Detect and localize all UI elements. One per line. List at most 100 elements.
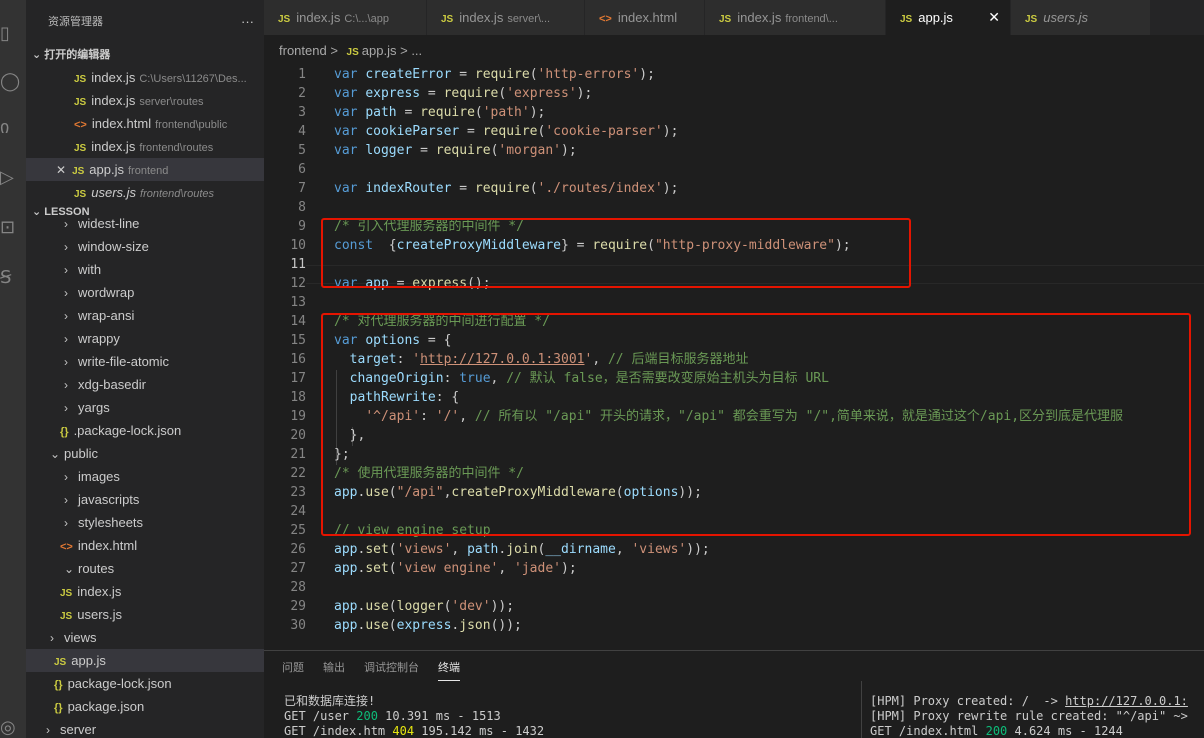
code-line[interactable]: 8 (264, 198, 1204, 217)
open-editors-header[interactable]: ⌄ 打开的编辑器 (26, 44, 264, 66)
tree-folder[interactable]: › stylesheets (26, 511, 264, 534)
open-editor-item[interactable]: JS index.js frontend\routes (26, 135, 264, 158)
tree-folder[interactable]: › wordwrap (26, 281, 264, 304)
open-editor-path: frontend\routes (140, 188, 215, 200)
line-number: 17 (290, 371, 306, 386)
tree-item-name: yargs (78, 400, 110, 415)
js-file-icon: JS (900, 14, 913, 25)
terminal-line: [HPM] Proxy rewrite rule created: "^/api… (870, 708, 1188, 724)
panel-tabs: 问题 输出 调试控制台 终端 (282, 659, 479, 681)
tree-item-name: write-file-atomic (78, 354, 170, 369)
terminal-text: [HPM] Proxy rewrite rule created: "^/api… (870, 709, 1188, 723)
code-line[interactable]: 4 var cookieParser = require('cookie-pars… (264, 122, 1204, 141)
code-line[interactable]: 1 var createError = require('http-errors'… (264, 66, 1204, 84)
code-text: app.use(express.json()); (334, 618, 522, 633)
json-file-icon: {} (54, 679, 63, 691)
file-tree: › widest-line › window-size › with › wordwrap › w… (26, 212, 264, 738)
tree-folder[interactable]: › wrappy (26, 327, 264, 350)
close-icon[interactable]: ✕ (56, 163, 66, 177)
panel-tab[interactable]: 输出 (323, 661, 345, 681)
bottom-panel: 问题 输出 调试控制台 终端 已和数据库连接! GET /user 200 10.391… (264, 650, 1204, 738)
search-icon[interactable]: ◯ (0, 66, 26, 96)
tree-folder[interactable]: › images (26, 465, 264, 488)
terminal-line: GET /index.htm 404 195.142 ms - 1432 (284, 723, 544, 738)
close-icon[interactable]: ✕ (988, 0, 1000, 35)
run-debug-icon[interactable]: ▷ (0, 162, 26, 192)
line-number: 19 (290, 409, 306, 424)
tree-folder[interactable]: › wrap-ansi (26, 304, 264, 327)
tree-file[interactable]: JS index.js (26, 580, 264, 603)
tree-folder[interactable]: › views (26, 626, 264, 649)
tree-file[interactable]: {} package.json (26, 695, 264, 718)
tab-label: index.js (459, 10, 504, 25)
tree-folder[interactable]: › yargs (26, 396, 264, 419)
breadcrumb-file[interactable]: app.js (362, 43, 397, 58)
terminal-splitter[interactable] (861, 681, 862, 738)
tab-index-js[interactable]: JS index.js server\... (427, 0, 585, 35)
code-line[interactable]: 27 app.set('view engine', 'jade'); (264, 559, 1204, 578)
remote-icon[interactable]: Ꞩ (0, 262, 26, 292)
tree-file[interactable]: {} package-lock.json (26, 672, 264, 695)
code-line[interactable]: 26 app.set('views', path.join(__dirname, … (264, 540, 1204, 559)
breadcrumb-folder[interactable]: frontend (279, 43, 327, 58)
tree-folder[interactable]: › server (26, 718, 264, 738)
open-editor-item[interactable]: <> index.html frontend\public (26, 112, 264, 135)
tree-file[interactable]: <> index.html (26, 534, 264, 557)
tree-item-name: images (78, 469, 120, 484)
tree-item-name: index.js (77, 584, 122, 599)
code-line[interactable]: 7 var indexRouter = require('./routes/ind… (264, 179, 1204, 198)
source-control-icon[interactable]: ი (0, 112, 26, 142)
more-actions-icon[interactable]: ··· (241, 0, 254, 44)
panel-tab[interactable]: 终端 (438, 661, 460, 681)
tab-app-js[interactable]: JS app.js ✕ (886, 0, 1011, 35)
line-number: 23 (290, 485, 306, 500)
tab-users-js[interactable]: JS users.js (1011, 0, 1151, 35)
account-icon[interactable]: ◎ (0, 712, 26, 738)
files-icon[interactable]: ▯ (0, 18, 26, 48)
line-number: 26 (290, 542, 306, 557)
breadcrumb-separator: > (330, 43, 338, 58)
tree-folder[interactable]: › with (26, 258, 264, 281)
extensions-icon[interactable]: ⊡ (0, 212, 26, 242)
tree-folder[interactable]: › javascripts (26, 488, 264, 511)
js-file-icon: JS (60, 588, 73, 599)
tree-folder[interactable]: ⌄ public (26, 442, 264, 465)
tree-folder[interactable]: › window-size (26, 235, 264, 258)
code-line[interactable]: 2 var express = require('express'); (264, 84, 1204, 103)
tree-folder[interactable]: ⌄ routes (26, 557, 264, 580)
tree-file[interactable]: JS app.js (26, 649, 264, 672)
breadcrumb: frontend > JS app.js > ... (264, 40, 422, 62)
tree-file[interactable]: JS users.js (26, 603, 264, 626)
tree-folder[interactable]: › write-file-atomic (26, 350, 264, 373)
tab-index-html[interactable]: <> index.html (585, 0, 705, 35)
open-editor-path: frontend (128, 165, 169, 177)
tree-item-name: widest-line (78, 216, 140, 231)
tree-folder[interactable]: › xdg-basedir (26, 373, 264, 396)
tree-item-name: .package-lock.json (73, 423, 182, 438)
tree-folder[interactable]: › widest-line (26, 212, 264, 235)
code-line[interactable]: 13 (264, 293, 1204, 312)
panel-tab[interactable]: 问题 (282, 661, 304, 681)
open-editor-item[interactable]: JS index.js C:\Users\11267\Des... (26, 66, 264, 89)
breadcrumb-tail[interactable]: > ... (400, 43, 422, 58)
code-line[interactable]: 28 (264, 578, 1204, 597)
panel-tab[interactable]: 调试控制台 (364, 661, 419, 681)
tab-index-js[interactable]: JS index.js frontend\... (705, 0, 886, 35)
tree-item-name: wordwrap (78, 285, 135, 300)
code-line[interactable]: 6 (264, 160, 1204, 179)
open-editor-name: index.html (91, 116, 152, 131)
code-line[interactable]: 3 var path = require('path'); (264, 103, 1204, 122)
open-editor-item[interactable]: ✕ JS app.js frontend (26, 158, 264, 181)
tree-item-name: package.json (67, 699, 145, 714)
tree-item-name: wrappy (78, 331, 120, 346)
tree-file[interactable]: {} .package-lock.json (26, 419, 264, 442)
terminal-text: 10.391 ms - 1513 (377, 709, 501, 723)
code-line[interactable]: 5 var logger = require('morgan'); (264, 141, 1204, 160)
code-line[interactable]: 30 app.use(express.json()); (264, 616, 1204, 635)
open-editor-item[interactable]: JS index.js server\routes (26, 89, 264, 112)
code-line[interactable]: 29 app.use(logger('dev')); (264, 597, 1204, 616)
tree-item-name: index.html (77, 538, 138, 553)
terminal-line: [HPM] Proxy created: / -> http://127.0.0… (870, 693, 1188, 709)
open-editor-item[interactable]: JS users.js frontend\routes (26, 181, 264, 204)
tab-index-js[interactable]: JS index.js C:\...\app (264, 0, 427, 35)
